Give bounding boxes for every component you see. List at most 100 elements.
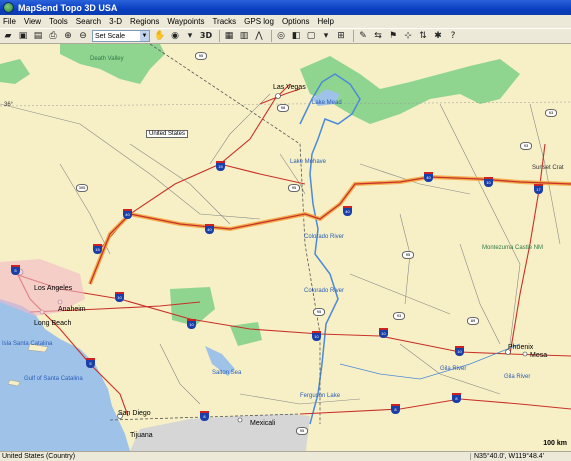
zoom-out-icon[interactable]: ⊖ (77, 30, 89, 42)
globe-icon[interactable]: ◉ (169, 30, 181, 42)
map-view[interactable]: Death Valley 36° Las Vegas Lake Mead Lak… (0, 44, 571, 451)
interstate-shield: 40 (205, 224, 214, 234)
map-image-icon[interactable]: ▦ (223, 30, 235, 42)
place-los-angeles: Los Angeles (34, 285, 73, 292)
place-gila-river-1: Gila River (440, 366, 467, 372)
help-pointer-icon[interactable]: ? (447, 30, 459, 42)
menu-tracks[interactable]: Tracks (212, 17, 236, 26)
us-highway-shield: 93 (520, 142, 532, 150)
place-santa-catalina: Isla Santa Catalina (2, 341, 53, 347)
place-lake-mohave: Lake Mohave (290, 159, 327, 165)
place-tijuana: Tijuana (130, 432, 153, 439)
waypoint-icon[interactable]: ⊹ (402, 30, 414, 42)
place-gulf-santa-catalina: Gulf of Santa Catalina (24, 376, 83, 382)
menu-view[interactable]: View (24, 17, 41, 26)
select-rect-icon[interactable]: ▢ (305, 30, 317, 42)
menu-3d[interactable]: 3-D (109, 17, 122, 26)
place-salton-sea: Salton Sea (212, 370, 242, 376)
place-san-diego: San Diego (118, 410, 151, 417)
view-3d-button[interactable]: 3D (199, 30, 213, 42)
app-window: MapSend Topo 3D USA File View Tools Sear… (0, 0, 571, 461)
menu-gps-log[interactable]: GPS log (244, 17, 274, 26)
pan-hand-icon[interactable]: ✋ (154, 30, 166, 42)
flag-icon[interactable]: ⚑ (387, 30, 399, 42)
chevron-down-icon: ▼ (140, 31, 149, 41)
place-sunset-crater: Sunset Crat (532, 165, 564, 171)
menu-options[interactable]: Options (282, 17, 310, 26)
title-bar: MapSend Topo 3D USA (0, 0, 571, 15)
interstate-shield: 40 (424, 172, 433, 182)
interstate-shield: 15 (216, 161, 225, 171)
scale-select-value: Set Scale (95, 32, 125, 40)
print-icon[interactable]: ⎙ (47, 30, 59, 42)
interstate-shield: 40 (123, 209, 132, 219)
us-highway-shield: 89 (467, 317, 479, 325)
app-globe-icon (3, 2, 14, 13)
us-highway-shield: 95 (402, 251, 414, 259)
lake-mead-recreation-area (300, 56, 520, 124)
park-area-2 (230, 322, 262, 346)
us-highway-shield: 95 (288, 184, 300, 192)
toolbar-separator (271, 30, 272, 42)
menu-regions[interactable]: Regions (130, 17, 159, 26)
interstate-shield: 15 (93, 244, 102, 254)
save-disk-icon[interactable]: ▣ (17, 30, 29, 42)
place-phoenix: Phoenix (508, 344, 534, 351)
menu-bar: File View Tools Search 3-D Regions Waypo… (0, 15, 571, 28)
bookmark-icon[interactable]: ◧ (290, 30, 302, 42)
interstate-shield: 10 (312, 331, 321, 341)
menu-help[interactable]: Help (318, 17, 334, 26)
menu-file[interactable]: File (3, 17, 16, 26)
route-icon[interactable]: ⋀ (253, 30, 265, 42)
place-anaheim: Anaheim (58, 306, 86, 313)
latitude-label: 36° (4, 102, 14, 108)
interstate-shield: 10 (187, 319, 196, 329)
us-highway-shield: 98 (277, 104, 289, 112)
us-highway-shield: 95 (313, 308, 325, 316)
place-ferguson-lake: Ferguson Lake (300, 393, 341, 399)
toolbar: ▰ ▣ ▤ ⎙ ⊕ ⊖ Set Scale ▼ ✋ ◉ ▾ 3D ▦ ▥ ⋀ ◎… (0, 28, 571, 44)
chart-icon[interactable]: ▥ (238, 30, 250, 42)
print-preview-icon[interactable]: ▤ (32, 30, 44, 42)
grid-icon[interactable]: ⊞ (335, 30, 347, 42)
status-region: United States (Country) (2, 453, 76, 460)
us-highway-shield: 395 (76, 184, 88, 192)
scale-select[interactable]: Set Scale ▼ (92, 30, 150, 42)
mexico-region (130, 414, 310, 451)
interstate-shield: 8 (200, 411, 209, 421)
dropdown-arrow-icon[interactable]: ▾ (184, 30, 196, 42)
place-mexicali: Mexicali (250, 420, 276, 427)
zoom-in-icon[interactable]: ⊕ (62, 30, 74, 42)
status-bar: United States (Country) N35°40.0', W119°… (0, 451, 571, 461)
toolbar-separator (353, 30, 354, 42)
move-icon[interactable]: ⇆ (372, 30, 384, 42)
interstate-shield: 8 (452, 393, 461, 403)
colorado-river-path (299, 73, 361, 425)
region-tooltip: United States (146, 130, 189, 138)
place-lake-mead: Lake Mead (312, 100, 342, 106)
pin-icon[interactable]: ✎ (357, 30, 369, 42)
settings-dropdown-icon[interactable]: ✱ (432, 30, 444, 42)
transfer-icon[interactable]: ⇅ (417, 30, 429, 42)
park-area (0, 59, 30, 84)
state-border-ca-nv-az (149, 44, 321, 424)
map-scale-label: 100 km (543, 440, 567, 447)
menu-waypoints[interactable]: Waypoints (167, 17, 204, 26)
place-montezuma-castle: Montezuma Castle NM (482, 245, 544, 251)
us-highway-shield: 93 (545, 109, 557, 117)
open-folder-icon[interactable]: ▰ (2, 30, 14, 42)
place-long-beach: Long Beach (34, 320, 72, 327)
interstate-shield: 5 (86, 358, 95, 368)
us-highway-shield: 95 (195, 52, 207, 60)
status-coordinates: N35°40.0', W119°48.4' (470, 453, 544, 460)
toolbar-separator (219, 30, 220, 42)
select-dropdown-icon[interactable]: ▾ (320, 30, 332, 42)
binoculars-icon[interactable]: ◎ (275, 30, 287, 42)
menu-tools[interactable]: Tools (49, 17, 68, 26)
interstate-shield: 10 (484, 177, 493, 187)
place-las-vegas: Las Vegas (273, 84, 306, 91)
place-mesa: Mesa (530, 352, 548, 359)
us-highway-shield: 95 (296, 427, 308, 435)
menu-search[interactable]: Search (76, 17, 101, 26)
window-title: MapSend Topo 3D USA (18, 2, 118, 13)
